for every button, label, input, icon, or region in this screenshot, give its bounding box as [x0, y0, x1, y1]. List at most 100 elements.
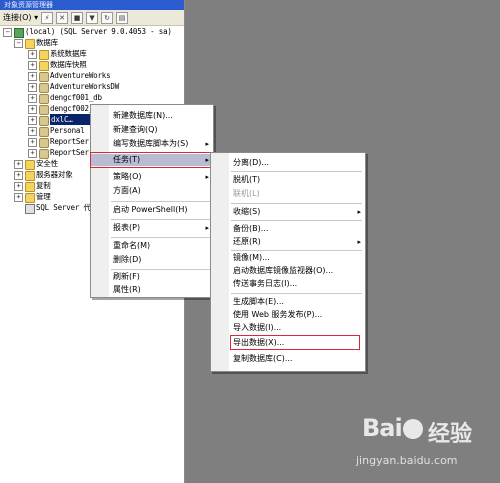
- expand-icon[interactable]: +: [28, 50, 37, 59]
- menu-item-copy-database[interactable]: 复制数据库(C)...: [211, 353, 365, 365]
- collapse-icon[interactable]: −: [14, 39, 23, 48]
- menu-item-rename[interactable]: 重命名(M): [91, 240, 213, 252]
- menu-item-ship-transaction-logs[interactable]: 传送事务日志(I)...: [211, 278, 365, 290]
- window-title: 对象资源管理器: [0, 0, 184, 10]
- folder-icon: [25, 193, 35, 203]
- expand-icon[interactable]: +: [14, 182, 23, 191]
- menu-item-backup[interactable]: 备份(B)...: [211, 223, 365, 235]
- menu-separator: [231, 203, 362, 204]
- expand-icon[interactable]: +: [14, 160, 23, 169]
- paw-icon: [402, 419, 423, 439]
- database-icon: [39, 105, 49, 115]
- expand-icon[interactable]: +: [28, 94, 37, 103]
- highlight-box-export-data: [230, 335, 360, 350]
- expand-icon[interactable]: +: [28, 149, 37, 158]
- tree-node-label: (local) (SQL Server 9.0.4053 - sa): [25, 27, 172, 36]
- tree-node-label: AdventureWorks: [50, 71, 111, 80]
- highlight-box-tasks: [90, 152, 212, 168]
- tree-node-label: 复制: [36, 181, 51, 190]
- tree-node-label: 管理: [36, 192, 51, 201]
- database-icon: [39, 83, 49, 93]
- tree-node-label: dengcf001_db: [50, 93, 102, 102]
- submenu-arrow-icon: ▸: [205, 224, 209, 232]
- database-icon: [39, 127, 49, 137]
- folder-icon: [25, 39, 35, 49]
- submenu-arrow-icon: ▸: [205, 140, 209, 148]
- folder-icon: [25, 171, 35, 181]
- menu-item-properties[interactable]: 属性(R): [91, 284, 213, 296]
- submenu-arrow-icon: ▸: [357, 208, 361, 216]
- menu-item-new-database[interactable]: 新建数据库(N)...: [91, 110, 213, 122]
- menu-item-start-powershell[interactable]: 启动 PowerShell(H): [91, 204, 213, 216]
- menu-item-import-data[interactable]: 导入数据(I)...: [211, 322, 365, 334]
- menu-item-facets[interactable]: 方面(A): [91, 185, 213, 197]
- tasks-submenu: 分离(D)... 脱机(T) 联机(L) 收缩(S) ▸ 备份(B)... 还原(…: [210, 152, 366, 372]
- folder-icon: [39, 61, 49, 71]
- tree-node-label: 数据库: [36, 38, 58, 47]
- menu-item-policies[interactable]: 策略(O) ▸: [91, 171, 213, 183]
- menu-item-refresh[interactable]: 刷新(F): [91, 271, 213, 283]
- database-context-menu: 新建数据库(N)... 新建查询(Q) 编写数据库脚本为(S) ▸ 任务(T) ▸ …: [90, 104, 214, 298]
- tree-node-label: ReportSer: [50, 137, 89, 146]
- database-icon: [39, 72, 49, 82]
- watermark-text: 经验: [428, 422, 473, 447]
- expand-icon[interactable]: +: [28, 138, 37, 147]
- watermark-logo: Bai: [362, 414, 424, 442]
- connect-button[interactable]: 连接(O) ▾: [3, 12, 38, 23]
- folder-icon: [25, 182, 35, 192]
- tree-node-label: 数据库快照: [50, 60, 87, 69]
- expand-icon[interactable]: +: [28, 72, 37, 81]
- expand-icon[interactable]: +: [28, 61, 37, 70]
- menu-item-mirror[interactable]: 镜像(M)...: [211, 252, 365, 264]
- menu-item-take-offline[interactable]: 脱机(T): [211, 174, 365, 186]
- expand-icon[interactable]: +: [28, 127, 37, 136]
- disconnect-icon[interactable]: ✕: [56, 11, 69, 24]
- database-icon: [39, 94, 49, 104]
- tree-node-label: 安全性: [36, 159, 58, 168]
- database-icon: [39, 116, 49, 126]
- menu-item-new-query[interactable]: 新建查询(Q): [91, 124, 213, 136]
- tree-node-label: dxlC…: [50, 114, 92, 125]
- menu-separator: [111, 201, 210, 202]
- summary-icon[interactable]: ▤: [116, 11, 129, 24]
- menu-item-script-database-as[interactable]: 编写数据库脚本为(S) ▸: [91, 138, 213, 150]
- menu-item-shrink[interactable]: 收缩(S) ▸: [211, 206, 365, 218]
- stop-icon[interactable]: ■: [71, 11, 84, 24]
- submenu-arrow-icon: ▸: [357, 238, 361, 246]
- menu-item-delete[interactable]: 删除(D): [91, 254, 213, 266]
- connect-icon[interactable]: ⚡: [41, 11, 54, 24]
- menu-item-publish-web-service[interactable]: 使用 Web 服务发布(P)...: [211, 309, 365, 321]
- tree-node-label: 系统数据库: [50, 49, 87, 58]
- menu-separator: [111, 237, 210, 238]
- expand-icon[interactable]: +: [14, 193, 23, 202]
- expand-icon[interactable]: +: [28, 83, 37, 92]
- menu-item-launch-mirroring-monitor[interactable]: 启动数据库镜像监视器(O)...: [211, 265, 365, 277]
- menu-item-restore[interactable]: 还原(R) ▸: [211, 236, 365, 248]
- expand-icon[interactable]: +: [28, 105, 37, 114]
- submenu-arrow-icon: ▸: [205, 173, 209, 181]
- tree-node-label: SQL Server 代: [36, 203, 91, 212]
- agent-icon: [25, 204, 35, 214]
- menu-separator: [231, 220, 362, 221]
- explorer-toolbar: 连接(O) ▾ ⚡ ✕ ■ ▼ ↻ ▤: [0, 10, 184, 26]
- menu-item-reports[interactable]: 报表(P) ▸: [91, 222, 213, 234]
- tree-node-label: ReportSer: [50, 148, 89, 157]
- menu-item-detach[interactable]: 分离(D)...: [211, 157, 365, 169]
- filter-icon[interactable]: ▼: [86, 11, 99, 24]
- expand-icon[interactable]: +: [14, 171, 23, 180]
- menu-item-bring-online[interactable]: 联机(L): [211, 188, 365, 200]
- refresh-icon[interactable]: ↻: [101, 11, 114, 24]
- menu-item-generate-scripts[interactable]: 生成脚本(E)...: [211, 296, 365, 308]
- folder-icon: [39, 50, 49, 60]
- folder-icon: [25, 160, 35, 170]
- tree-node-label: Personal: [50, 126, 85, 135]
- menu-separator: [231, 250, 362, 251]
- collapse-icon[interactable]: −: [3, 28, 12, 37]
- menu-separator: [231, 293, 362, 294]
- database-icon: [39, 138, 49, 148]
- expand-icon[interactable]: +: [28, 116, 37, 125]
- baidu-jingyan-watermark: Bai 经验 jingyan.baidu.com: [356, 404, 496, 480]
- menu-separator: [231, 171, 362, 172]
- menu-separator: [111, 219, 210, 220]
- menu-separator: [111, 269, 210, 270]
